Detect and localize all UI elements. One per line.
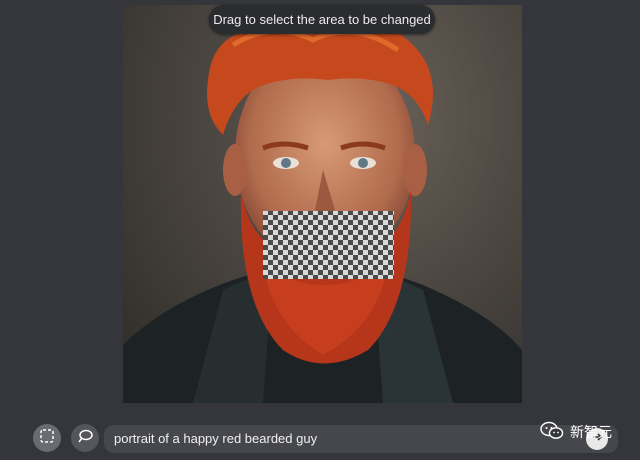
speech-bubble-icon bbox=[77, 429, 93, 448]
watermark: 新智元 bbox=[540, 420, 612, 444]
watermark-text: 新智元 bbox=[570, 424, 612, 440]
select-area-button[interactable] bbox=[33, 424, 61, 452]
prompt-input-value: portrait of a happy red bearded guy bbox=[114, 431, 318, 446]
instruction-tooltip: Drag to select the area to be changed bbox=[209, 5, 435, 34]
selection-mask bbox=[263, 211, 394, 279]
dashed-square-select-icon bbox=[40, 428, 54, 448]
wechat-logo-icon bbox=[540, 421, 564, 444]
chat-tool-button[interactable] bbox=[71, 424, 99, 452]
portrait-image bbox=[123, 17, 522, 403]
image-canvas[interactable] bbox=[123, 5, 522, 403]
